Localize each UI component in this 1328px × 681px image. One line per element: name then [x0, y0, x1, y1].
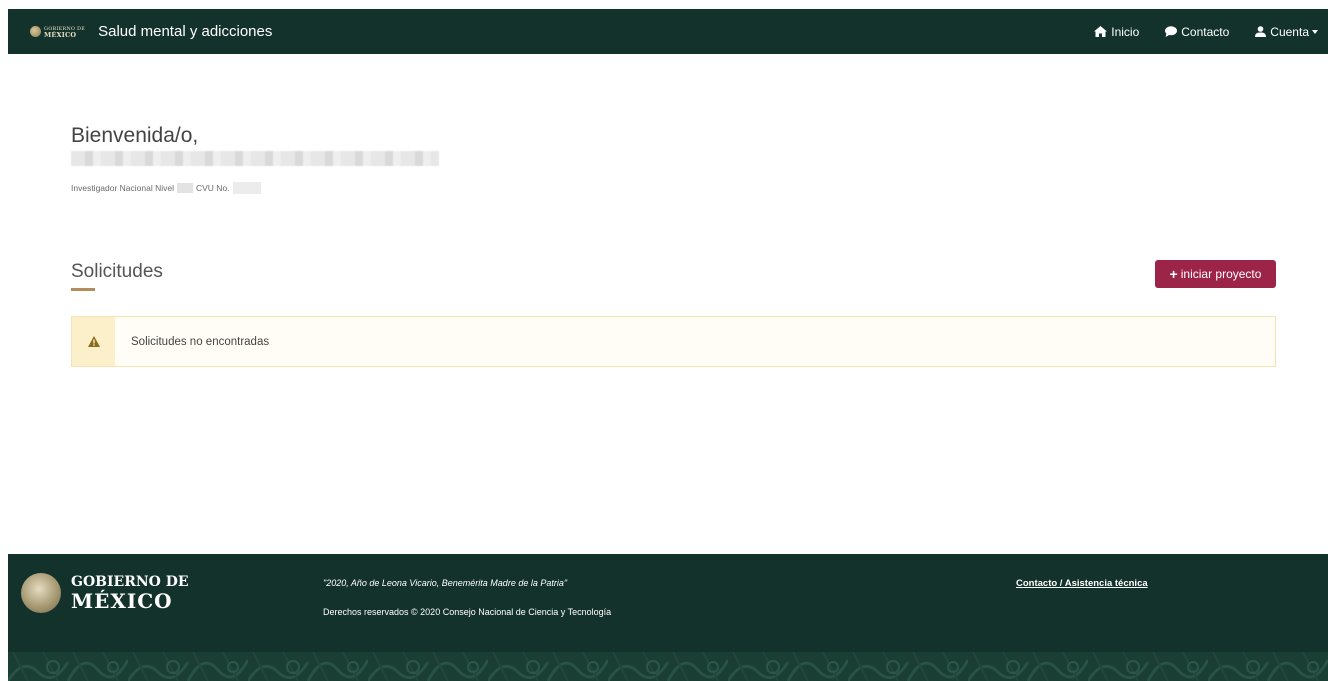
top-navbar: GOBIERNO DE MÉXICO Salud mental y adicci… — [8, 9, 1328, 54]
researcher-info: Investigador Nacional Nivel CVU No. — [71, 182, 264, 194]
start-project-button[interactable]: + iniciar proyecto — [1155, 260, 1276, 288]
cvu-label: CVU No. — [196, 183, 230, 193]
nav-account-label: Cuenta — [1270, 24, 1309, 39]
nav-menu: Inicio Contacto Cuenta — [1068, 25, 1328, 39]
footer-gobierno-logo[interactable]: GOBIERNO DE MÉXICO — [21, 573, 189, 613]
redacted-level — [177, 183, 193, 193]
comment-icon — [1165, 26, 1178, 37]
nav-contact[interactable]: Contacto — [1165, 25, 1229, 39]
empty-requests-message: Solicitudes no encontradas — [131, 335, 270, 348]
nav-contact-label: Contacto — [1181, 24, 1230, 39]
start-project-label: iniciar proyecto — [1180, 267, 1262, 281]
site-footer: GOBIERNO DE MÉXICO "2020, Año de Leona V… — [8, 554, 1328, 681]
warning-icon — [87, 336, 100, 347]
redacted-user-name — [71, 151, 439, 166]
user-icon — [1255, 26, 1267, 37]
coat-of-arms-icon — [21, 573, 61, 613]
site-title[interactable]: Salud mental y adicciones — [98, 23, 272, 40]
footer-contact-link[interactable]: Contacto / Asistencia técnica — [1016, 578, 1148, 589]
brand-line2: MÉXICO — [44, 30, 77, 39]
footer-copyright: Derechos reservados © 2020 Consejo Nacio… — [323, 607, 612, 617]
nav-account-dropdown[interactable]: Cuenta — [1255, 25, 1318, 39]
decorative-pattern — [8, 652, 1328, 681]
welcome-greeting: Bienvenida/o, — [71, 124, 199, 147]
title-underline — [71, 288, 95, 291]
gobierno-logo[interactable]: GOBIERNO DE MÉXICO — [30, 22, 85, 42]
requests-title: Solicitudes — [71, 261, 163, 282]
coat-of-arms-icon — [30, 26, 41, 37]
redacted-cvu — [232, 182, 261, 194]
researcher-level-label: Investigador Nacional Nivel — [71, 183, 174, 193]
plus-icon: + — [1169, 266, 1178, 282]
alert-icon-box — [72, 317, 115, 366]
caret-down-icon — [1312, 29, 1318, 34]
empty-requests-alert: Solicitudes no encontradas — [71, 316, 1276, 367]
footer-quote: "2020, Año de Leona Vicario, Benemérita … — [323, 578, 568, 588]
nav-home[interactable]: Inicio — [1094, 25, 1139, 39]
footer-logo-line1: GOBIERNO DE — [71, 574, 189, 590]
home-icon — [1094, 26, 1108, 37]
footer-logo-line2: MÉXICO — [71, 589, 173, 613]
nav-home-label: Inicio — [1111, 24, 1140, 39]
